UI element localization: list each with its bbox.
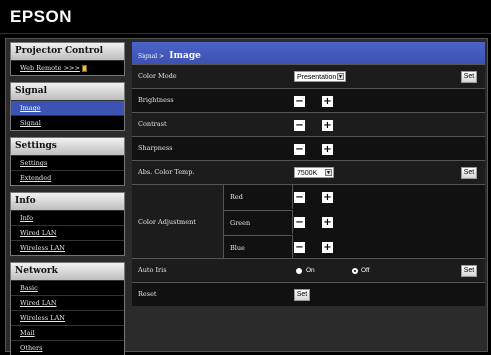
color-adjustment-green: Green (224, 210, 293, 234)
blue-label: Blue (230, 244, 245, 252)
sidebar-item-basic[interactable]: Basic (11, 280, 124, 295)
top-bar: EPSON (0, 0, 491, 34)
row-contrast: Contrast − + (132, 112, 485, 136)
color-adjustment-label: Color Adjustment (138, 218, 196, 226)
sidebar-item-signal[interactable]: Signal (11, 115, 124, 130)
auto-iris-off-label: Off (361, 267, 370, 274)
content-panel: Signal > Image Color Mode Presentation ▼… (132, 42, 485, 306)
page-title: Image (169, 51, 201, 61)
green-plus-button[interactable]: + (322, 217, 333, 228)
sidebar-item-info-wireless-lan[interactable]: Wireless LAN (11, 240, 124, 255)
chevron-down-icon: ▼ (337, 73, 344, 80)
row-reset: Reset Set (132, 282, 485, 306)
brightness-plus-button[interactable]: + (322, 96, 333, 107)
color-adjustment-cell: Color Adjustment (132, 185, 224, 259)
color-mode-label: Color Mode (138, 72, 177, 80)
sidebar-group-settings: Settings Settings Extended (10, 137, 125, 186)
sidebar-group-title: Info (11, 193, 124, 210)
color-adjustment-red: Red (224, 185, 293, 209)
abs-color-temp-select[interactable]: 7500K ▼ (294, 167, 334, 178)
content-header: Signal > Image (132, 42, 485, 64)
green-label: Green (230, 219, 251, 227)
contrast-minus-button[interactable]: − (294, 120, 305, 131)
reset-set-button[interactable]: Set (294, 289, 310, 301)
auto-iris-off-radio[interactable] (352, 268, 358, 274)
row-abs-color-temp: Abs. Color Temp. 7500K ▼ Set (132, 160, 485, 184)
row-brightness: Brightness − + (132, 88, 485, 112)
sharpness-plus-button[interactable]: + (322, 144, 333, 155)
brightness-minus-button[interactable]: − (294, 96, 305, 107)
row-auto-iris: Auto Iris On Off Set (132, 258, 485, 282)
green-minus-button[interactable]: − (294, 217, 305, 228)
sidebar-group-title: Settings (11, 138, 124, 155)
sidebar-group-network: Network Basic Wired LAN Wireless LAN Mai… (10, 262, 125, 355)
sidebar-group-signal: Signal Image Signal (10, 82, 125, 131)
sharpness-label: Sharpness (138, 144, 173, 152)
auto-iris-on-radio[interactable] (296, 268, 302, 274)
red-label: Red (230, 193, 243, 201)
sidebar-item-info-wired-lan[interactable]: Wired LAN (11, 225, 124, 240)
auto-iris-set-button[interactable]: Set (461, 265, 477, 277)
contrast-plus-button[interactable]: + (322, 120, 333, 131)
brightness-label: Brightness (138, 96, 174, 104)
epson-logo: EPSON (10, 7, 73, 26)
reset-label: Reset (138, 290, 157, 298)
sidebar-item-network-wireless-lan[interactable]: Wireless LAN (11, 310, 124, 325)
chevron-down-icon: ▼ (325, 169, 332, 176)
sidebar: Projector Control Web Remote >>> Signal … (10, 42, 125, 355)
abs-color-temp-value: 7500K (297, 170, 318, 177)
sidebar-group-projector-control: Projector Control Web Remote >>> (10, 42, 125, 76)
book-icon (81, 64, 87, 72)
sidebar-item-info[interactable]: Info (11, 210, 124, 225)
color-mode-set-button[interactable]: Set (461, 71, 477, 83)
sidebar-item-network-wired-lan[interactable]: Wired LAN (11, 295, 124, 310)
blue-plus-button[interactable]: + (322, 242, 333, 253)
sidebar-item-image[interactable]: Image (11, 100, 124, 115)
auto-iris-on-label: On (306, 267, 315, 274)
breadcrumb: Signal > (138, 53, 165, 60)
row-color-adjustment: Color Adjustment Red Green Blue − + − + … (132, 184, 485, 259)
red-plus-button[interactable]: + (322, 192, 333, 203)
sidebar-item-settings[interactable]: Settings (11, 155, 124, 170)
row-color-mode: Color Mode Presentation ▼ Set (132, 64, 485, 88)
row-sharpness: Sharpness − + (132, 136, 485, 160)
contrast-label: Contrast (138, 120, 167, 128)
red-minus-button[interactable]: − (294, 192, 305, 203)
abs-color-temp-set-button[interactable]: Set (461, 167, 477, 179)
auto-iris-label: Auto Iris (138, 266, 167, 274)
color-adjustment-blue: Blue (224, 235, 293, 259)
sidebar-group-title: Network (11, 263, 124, 280)
abs-color-temp-label: Abs. Color Temp. (138, 168, 195, 176)
sidebar-item-label: Web Remote >>> (20, 64, 80, 72)
sidebar-item-mail[interactable]: Mail (11, 325, 124, 340)
color-mode-select[interactable]: Presentation ▼ (294, 71, 346, 82)
color-mode-value: Presentation (297, 74, 337, 81)
sidebar-item-extended[interactable]: Extended (11, 170, 124, 185)
sidebar-group-title: Projector Control (11, 43, 124, 60)
blue-minus-button[interactable]: − (294, 242, 305, 253)
sidebar-item-web-remote[interactable]: Web Remote >>> (11, 60, 124, 75)
sidebar-item-others[interactable]: Others (11, 340, 124, 355)
sidebar-group-info: Info Info Wired LAN Wireless LAN (10, 192, 125, 256)
page-container: Projector Control Web Remote >>> Signal … (5, 38, 488, 355)
sharpness-minus-button[interactable]: − (294, 144, 305, 155)
sidebar-group-title: Signal (11, 83, 124, 100)
